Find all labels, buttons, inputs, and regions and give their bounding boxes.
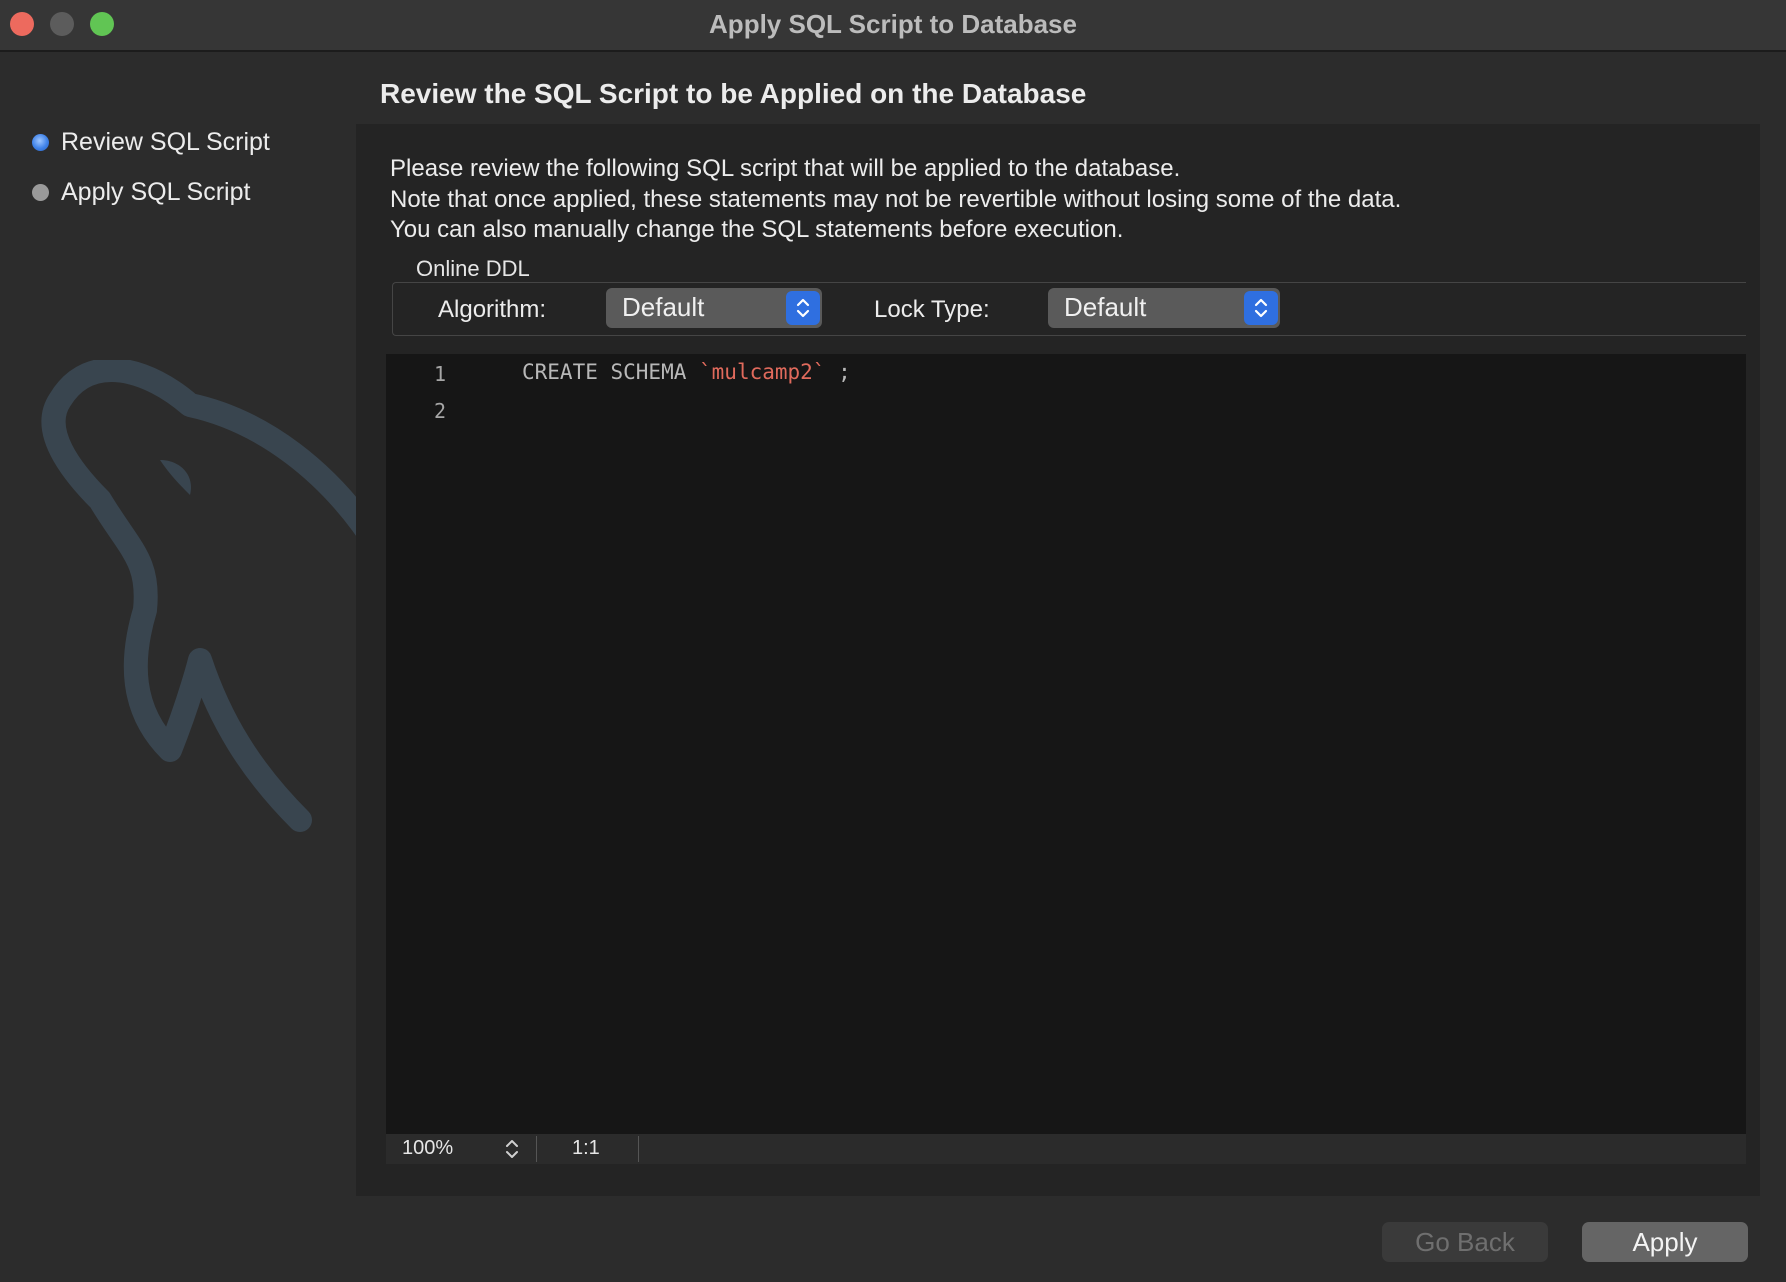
sql-identifier: `mulcamp2` <box>699 360 826 384</box>
step-label: Apply SQL Script <box>61 178 251 206</box>
title-bar: Apply SQL Script to Database <box>0 0 1786 52</box>
sql-keyword: CREATE SCHEMA <box>522 360 700 384</box>
status-divider <box>638 1136 639 1162</box>
description-line: You can also manually change the SQL sta… <box>390 216 1124 243</box>
lock-type-label: Lock Type: <box>874 296 990 323</box>
inactive-step-indicator-icon <box>32 184 49 201</box>
line-number: 1 <box>433 362 446 386</box>
go-back-button[interactable]: Go Back <box>1382 1222 1548 1262</box>
status-divider <box>536 1136 537 1162</box>
apply-button[interactable]: Apply <box>1582 1222 1748 1262</box>
cursor-position: 1:1 <box>572 1137 600 1159</box>
code-line[interactable]: CREATE SCHEMA `mulcamp2` ; <box>522 360 851 384</box>
page-title: Review the SQL Script to be Applied on t… <box>380 78 1087 109</box>
sql-editor[interactable]: 1 CREATE SCHEMA `mulcamp2` ; 2 <box>386 354 1746 1134</box>
description-line: Please review the following SQL script t… <box>390 155 1181 182</box>
description: Please review the following SQL script t… <box>390 154 1401 246</box>
step-apply-sql-script: Apply SQL Script <box>32 178 250 207</box>
line-number: 2 <box>433 399 446 423</box>
chevron-up-down-icon <box>786 291 820 325</box>
lock-type-value: Default <box>1064 292 1147 322</box>
mysql-dolphin-logo-icon <box>41 360 390 832</box>
editor-status-bar: 100% 1:1 <box>386 1134 1746 1164</box>
algorithm-label: Algorithm: <box>438 296 547 323</box>
active-step-indicator-icon <box>32 134 49 151</box>
zoom-stepper-icon[interactable] <box>504 1137 520 1167</box>
step-label: Review SQL Script <box>61 128 270 156</box>
algorithm-value: Default <box>622 292 705 322</box>
step-review-sql-script: Review SQL Script <box>32 128 270 157</box>
zoom-level[interactable]: 100% <box>402 1137 453 1160</box>
sql-terminator: ; <box>825 360 851 384</box>
chevron-up-down-icon <box>1244 291 1278 325</box>
lock-type-select[interactable]: Default <box>1048 288 1280 328</box>
online-ddl-label: Online DDL <box>416 256 530 281</box>
apply-sql-window: Apply SQL Script to Database Review SQL … <box>0 0 1786 1282</box>
algorithm-select[interactable]: Default <box>606 288 822 328</box>
description-line: Note that once applied, these statements… <box>390 185 1402 213</box>
window-title: Apply SQL Script to Database <box>709 9 1077 39</box>
